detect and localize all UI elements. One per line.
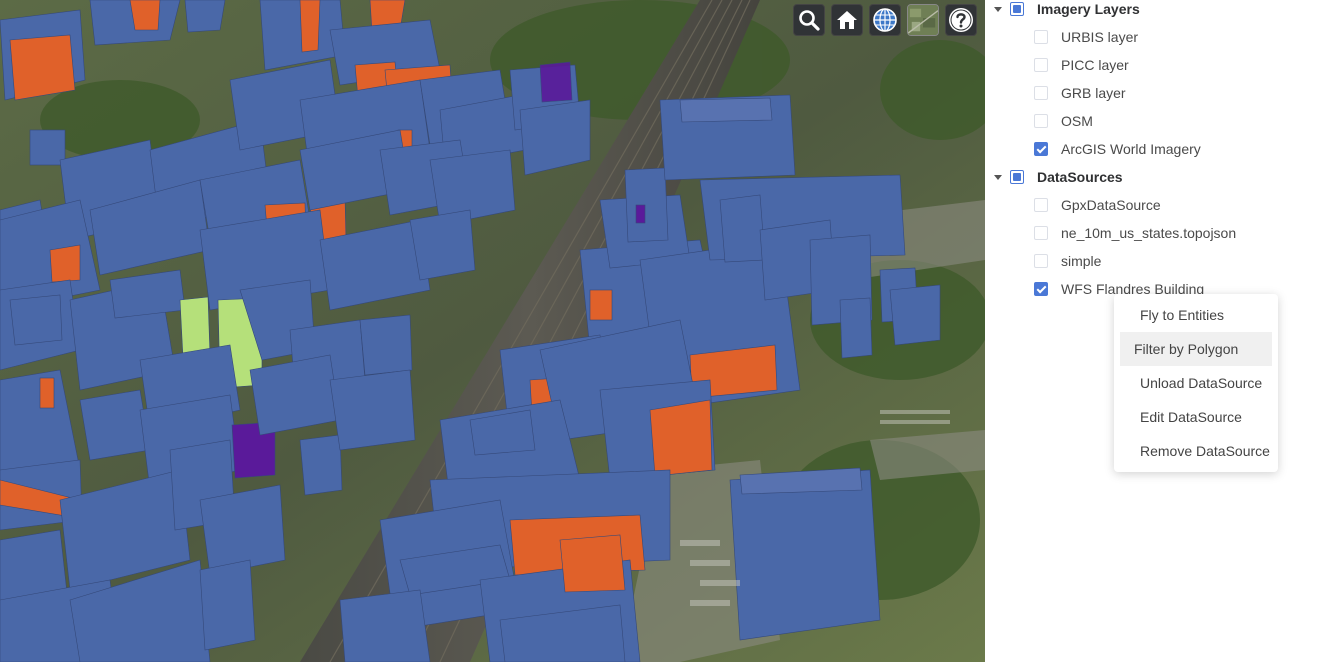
imagery-thumbnail-icon <box>908 5 938 35</box>
group-label: Imagery Layers <box>1037 1 1140 17</box>
base-layer-picker-button[interactable] <box>907 4 939 36</box>
tree-item-picc-layer[interactable]: PICC layer <box>985 51 1329 79</box>
layer-checkbox[interactable] <box>1034 30 1048 44</box>
menu-item-edit-datasource[interactable]: Edit DataSource <box>1120 400 1272 434</box>
tree-group-imagery-layers[interactable]: Imagery Layers <box>985 0 1329 23</box>
expand-caret-icon[interactable] <box>993 172 1003 182</box>
tree-item-grb-layer[interactable]: GRB layer <box>985 79 1329 107</box>
layer-checkbox[interactable] <box>1034 226 1048 240</box>
home-button[interactable] <box>831 4 863 36</box>
group-checkbox-imagery-layers[interactable] <box>1010 2 1024 16</box>
layer-label: ArcGIS World Imagery <box>1061 141 1201 157</box>
scene-mode-button[interactable] <box>869 4 901 36</box>
layer-checkbox[interactable] <box>1034 58 1048 72</box>
viewer-toolbar <box>793 4 977 36</box>
menu-item-unload-datasource[interactable]: Unload DataSource <box>1120 366 1272 400</box>
tree-item-urbis-layer[interactable]: URBIS layer <box>985 23 1329 51</box>
menu-item-fly-to-entities[interactable]: Fly to Entities <box>1120 298 1272 332</box>
tree-group-datasources[interactable]: DataSources <box>985 163 1329 191</box>
tree-item-gpxdatasource[interactable]: GpxDataSource <box>985 191 1329 219</box>
search-icon <box>799 10 820 31</box>
cesium-viewer[interactable] <box>0 0 985 662</box>
layer-checkbox[interactable] <box>1034 142 1048 156</box>
home-icon <box>837 11 857 29</box>
tree-item-arcgis-world-imagery[interactable]: ArcGIS World Imagery <box>985 135 1329 163</box>
layer-label: URBIS layer <box>1061 29 1139 45</box>
group-label: DataSources <box>1037 169 1123 185</box>
tree-item-osm[interactable]: OSM <box>985 107 1329 135</box>
layer-label: PICC layer <box>1061 57 1129 73</box>
layer-checkbox[interactable] <box>1034 114 1048 128</box>
layer-label: ne_10m_us_states.topojson <box>1061 225 1237 241</box>
group-checkbox-datasources[interactable] <box>1010 170 1024 184</box>
map-scene[interactable] <box>0 0 985 662</box>
layer-checkbox[interactable] <box>1034 254 1048 268</box>
layer-checkbox[interactable] <box>1034 86 1048 100</box>
help-button[interactable] <box>945 4 977 36</box>
layer-label: GRB layer <box>1061 85 1126 101</box>
datasource-context-menu: Fly to Entities Filter by Polygon Unload… <box>1114 294 1278 472</box>
expand-caret-icon[interactable] <box>993 4 1003 14</box>
help-icon <box>949 8 973 32</box>
layer-checkbox[interactable] <box>1034 198 1048 212</box>
search-button[interactable] <box>793 4 825 36</box>
globe-icon <box>873 8 897 32</box>
layer-checkbox[interactable] <box>1034 282 1048 296</box>
tree-item-ne-10m-us-states[interactable]: ne_10m_us_states.topojson <box>985 219 1329 247</box>
layer-label: OSM <box>1061 113 1093 129</box>
menu-item-filter-by-polygon[interactable]: Filter by Polygon <box>1120 332 1272 366</box>
tree-item-simple[interactable]: simple <box>985 247 1329 275</box>
layer-label: simple <box>1061 253 1102 269</box>
layer-label: GpxDataSource <box>1061 197 1161 213</box>
menu-item-remove-datasource[interactable]: Remove DataSource <box>1120 434 1272 468</box>
